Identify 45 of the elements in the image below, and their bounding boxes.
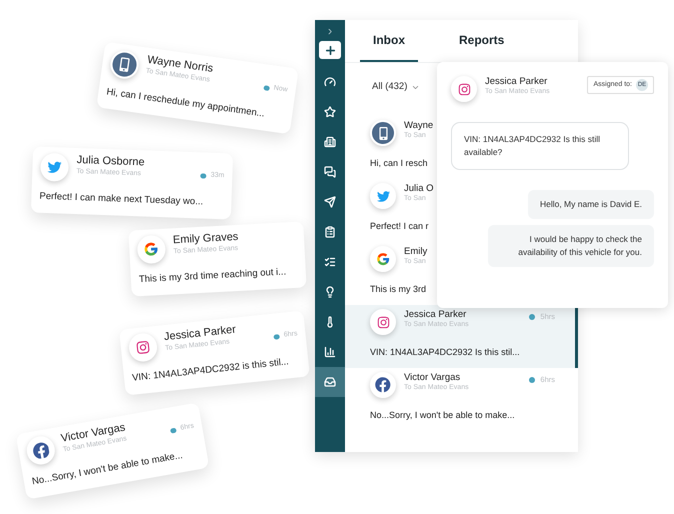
message-preview: VIN: 1N4AL3AP4DC2932 is this stil... <box>132 355 290 386</box>
bird-icon <box>40 152 69 182</box>
facebook-f-icon <box>370 372 396 398</box>
outgoing-message: I would be happy to check the availability of this vehicle for you. <box>488 225 654 267</box>
paper-plane-icon <box>324 196 336 208</box>
tab[interactable]: Inbox <box>360 20 418 62</box>
filter-dropdown[interactable]: All (432) <box>372 80 420 94</box>
contact-name: Jessica Parker <box>404 309 466 321</box>
message-preview: Hi, can I resch <box>370 158 428 168</box>
lightbulb-icon <box>324 286 336 298</box>
google-g-icon <box>370 246 396 272</box>
tab[interactable]: Reports <box>446 20 518 62</box>
message-preview: This is my 3rd <box>370 284 426 294</box>
message-preview: No...Sorry, I won't be able to make... <box>370 410 515 420</box>
bird-icon <box>370 183 396 210</box>
contact-name: Jessica Parker <box>485 76 548 88</box>
contact-name: Julia O <box>404 183 434 195</box>
google-g-icon <box>136 234 166 264</box>
incoming-message: VIN: 1N4AL3AP4DC2932 Is this still available? <box>451 122 629 170</box>
outgoing-message: Hello, My name is David E. <box>528 190 654 219</box>
camera-icon <box>370 309 396 336</box>
message-preview: Perfect! I can r <box>370 221 429 232</box>
camera-icon <box>451 76 477 102</box>
clipboard-icon <box>324 226 336 238</box>
sidebar-item[interactable] <box>315 367 345 397</box>
message-preview: No...Sorry, I won't be able to make... <box>31 450 184 490</box>
expand-toggle[interactable]: › <box>328 24 332 37</box>
contact-name: Wayne <box>404 120 434 132</box>
gauge-icon <box>324 76 336 88</box>
contact-name: Emily Graves <box>172 230 240 246</box>
plus-icon <box>324 44 336 56</box>
message-preview: Hi, can I reschedule my appointmen... <box>106 85 266 122</box>
star-icon <box>324 106 336 118</box>
contact-name: Emily <box>404 246 428 258</box>
inbox-icon <box>324 376 336 388</box>
contact-name: Victor Vargas <box>404 372 460 384</box>
phone-icon <box>370 120 396 146</box>
chat-bubbles-icon <box>324 166 336 178</box>
checklist-icon <box>324 256 336 268</box>
add-button[interactable] <box>319 41 341 59</box>
building-icon <box>324 136 336 148</box>
message-preview: VIN: 1N4AL3AP4DC2932 Is this stil... <box>370 347 520 358</box>
bar-chart-icon <box>324 346 336 358</box>
message-preview: This is my 3rd time reaching out i... <box>138 265 286 288</box>
message-preview: Perfect! I can make next Tuesday wo... <box>39 190 204 210</box>
